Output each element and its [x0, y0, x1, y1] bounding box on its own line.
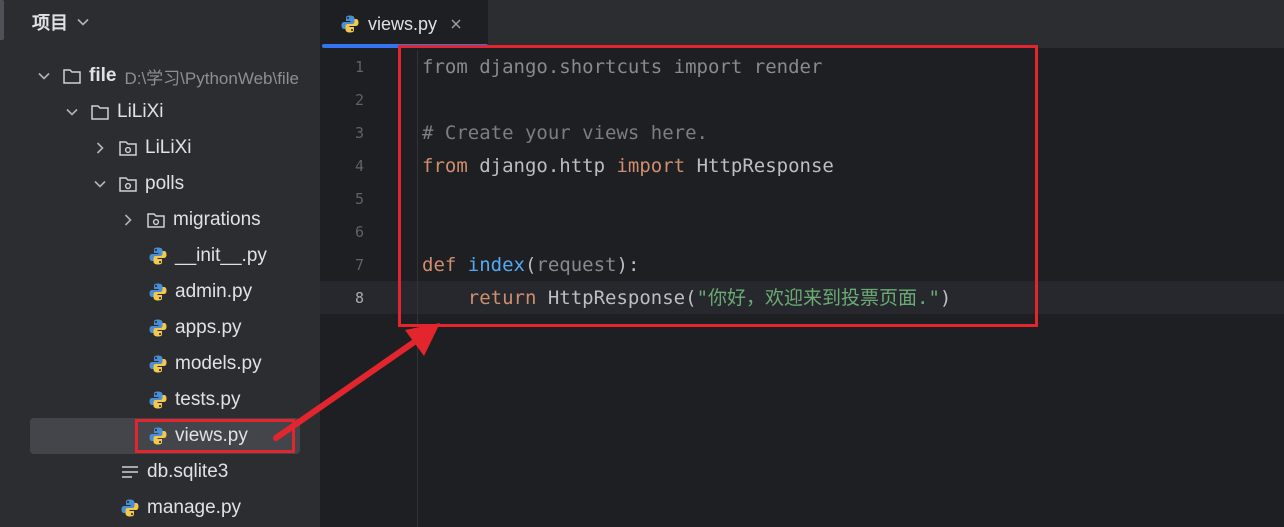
tree-item-package[interactable]: LiLiXi — [0, 130, 320, 166]
tree-item-label: LiLiXi — [117, 101, 164, 122]
tree-item-label: LiLiXi — [145, 137, 192, 158]
tree-item-label: tests.py — [175, 389, 241, 410]
tree-item-label: migrations — [173, 209, 261, 230]
tab-views-py[interactable]: views.py — [320, 0, 488, 48]
chevron-down-icon[interactable] — [64, 104, 80, 120]
tab-bar: views.py — [320, 0, 1284, 48]
tree-item-label: views.py — [175, 425, 248, 446]
line-number: 7 — [354, 256, 364, 274]
tree-item-file[interactable]: tests.py — [0, 382, 320, 418]
text-file-icon — [122, 466, 138, 478]
tree-item-label: file — [89, 65, 117, 86]
line-number: 1 — [354, 58, 364, 76]
tree-item-file[interactable]: models.py — [0, 346, 320, 382]
tree-item-label: manage.py — [147, 497, 242, 518]
tab-label: views.py — [368, 13, 438, 34]
package-folder-icon — [119, 141, 137, 156]
python-icon — [341, 15, 359, 33]
panel-title[interactable]: 项目 — [32, 9, 68, 35]
tree-item-package[interactable]: polls — [0, 166, 320, 202]
chevron-down-icon[interactable] — [92, 176, 108, 192]
python-icon — [121, 499, 139, 517]
folder-icon — [63, 69, 81, 84]
python-icon — [149, 319, 167, 337]
line-number: 3 — [354, 124, 364, 142]
python-icon — [149, 355, 167, 373]
line-number: 4 — [354, 157, 364, 175]
tree-item-label: polls — [145, 173, 185, 194]
tree-item-file[interactable]: __init__.py — [0, 238, 320, 274]
tree-item-label: models.py — [175, 353, 262, 374]
line-number-current: 8 — [354, 289, 364, 307]
close-icon[interactable] — [449, 17, 463, 31]
tree-item-label: __init__.py — [175, 245, 267, 266]
line-number: 5 — [354, 190, 364, 208]
line-number: 2 — [354, 91, 364, 109]
chevron-right-icon[interactable] — [120, 212, 136, 228]
chevron-down-icon[interactable] — [36, 68, 52, 84]
python-icon — [149, 283, 167, 301]
package-folder-icon — [147, 213, 165, 228]
tree-item-root[interactable]: file D:\学习\PythonWeb\file — [0, 58, 320, 94]
chevron-right-icon[interactable] — [92, 140, 108, 156]
package-folder-icon — [119, 177, 137, 192]
tree-item-file[interactable]: db.sqlite3 — [0, 454, 320, 490]
tree-item-folder[interactable]: LiLiXi — [0, 94, 320, 130]
folder-icon — [91, 105, 109, 120]
tree-item-file[interactable]: apps.py — [0, 310, 320, 346]
chevron-down-icon[interactable] — [76, 15, 90, 29]
tree-item-file[interactable]: manage.py — [0, 490, 320, 526]
tree-item-label: db.sqlite3 — [147, 461, 229, 482]
project-tree: file D:\学习\PythonWeb\file LiLiXi LiLiXi … — [0, 58, 320, 526]
python-icon — [149, 427, 167, 445]
tree-item-label: admin.py — [175, 281, 253, 302]
project-path: D:\学习\PythonWeb\file — [124, 68, 299, 88]
tree-item-package[interactable]: migrations — [0, 202, 320, 238]
python-icon — [149, 247, 167, 265]
panel-header: 项目 — [0, 0, 320, 44]
tree-item-label: apps.py — [175, 317, 242, 338]
annotation-box-code — [398, 45, 1038, 327]
python-icon — [149, 391, 167, 409]
tree-item-file[interactable]: admin.py — [0, 274, 320, 310]
line-number: 6 — [354, 223, 364, 241]
